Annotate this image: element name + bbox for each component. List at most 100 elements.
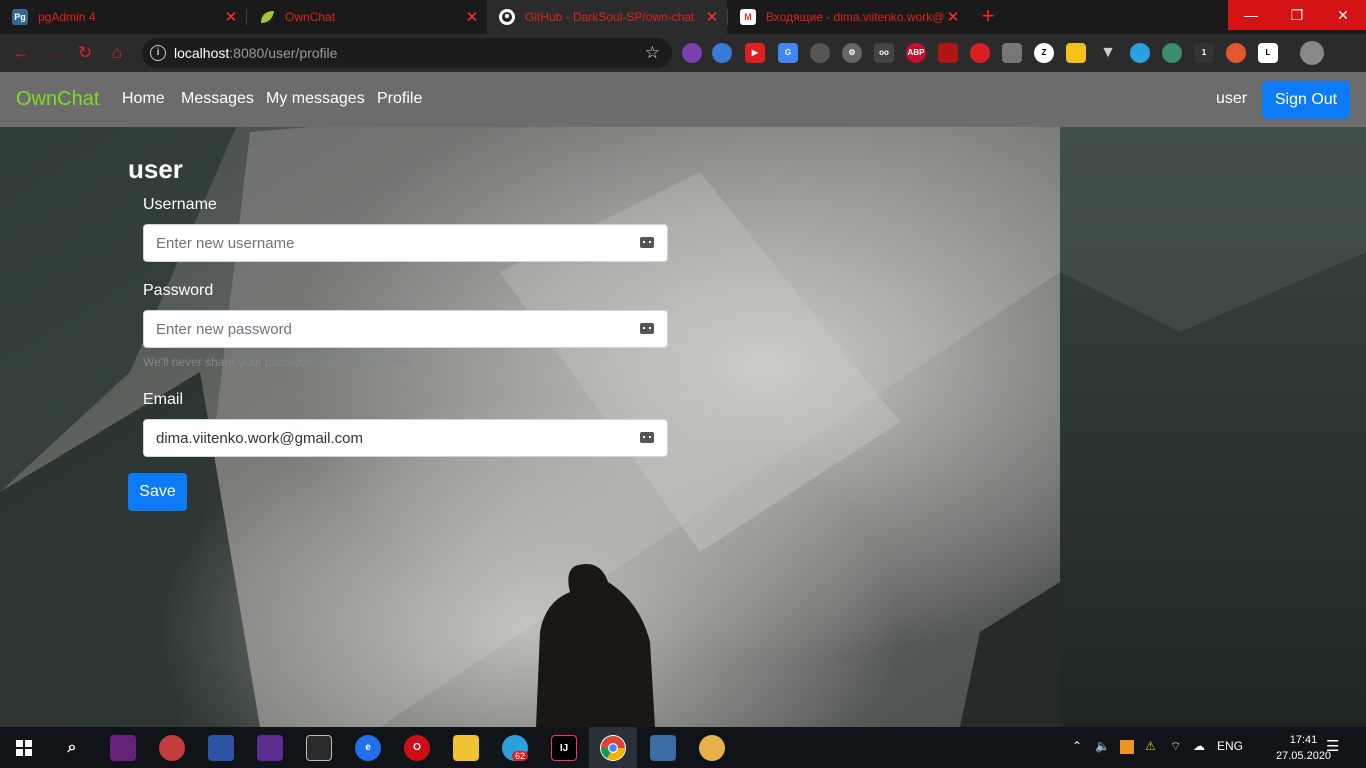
intellij-icon[interactable]: IJ (551, 735, 577, 761)
close-tab-icon[interactable]: ✕ (463, 8, 481, 26)
address-host: localhost (174, 45, 230, 61)
telegram-badge: 62 (512, 751, 529, 761)
cloud-icon[interactable]: ☁ (1193, 739, 1205, 753)
tab-title: pgAdmin 4 (38, 10, 96, 24)
clock-date: 27.05.2020 (1276, 750, 1332, 762)
extension-gear-icon[interactable]: ⚙ (842, 43, 862, 63)
site-info-icon[interactable]: i (150, 45, 166, 61)
extension-target-icon[interactable] (970, 43, 990, 63)
tab-ownchat[interactable]: OwnChat ✕ (247, 0, 487, 34)
floppy-icon[interactable] (208, 735, 234, 761)
web-page: OwnChat Home Messages My messages Profil… (0, 72, 1366, 727)
remote-desktop-icon[interactable] (650, 735, 676, 761)
password-manager-icon[interactable] (640, 323, 654, 334)
opera-icon[interactable]: O (404, 735, 430, 761)
tab-pgadmin[interactable]: Pg pgAdmin 4 ✕ (0, 0, 246, 34)
vs-blue-icon[interactable] (257, 735, 283, 761)
current-user-label: user (1216, 90, 1248, 107)
calculator-icon[interactable] (306, 735, 332, 761)
email-input[interactable] (144, 420, 624, 456)
windows-taskbar: ⌕ e O 62 IJ ⌃ 🔈 ⚠ ⌔ ☁ ENG 17:41 27.05.20… (0, 727, 1366, 768)
tab-title: OwnChat (285, 10, 336, 24)
notifications-icon[interactable]: ☰ (1326, 737, 1339, 755)
save-button[interactable]: Save (128, 473, 187, 511)
tray-warning-icon[interactable]: ⚠ (1145, 739, 1156, 753)
address-url[interactable]: localhost:8080/user/profile (174, 45, 337, 61)
browser-toolbar: ← → ↻ ⌂ i localhost:8080/user/profile ☆ … (0, 34, 1366, 72)
windows-start-icon[interactable] (11, 735, 37, 761)
chrome-icon[interactable] (600, 735, 626, 761)
home-icon[interactable]: ⌂ (106, 42, 128, 64)
extension-sync-icon[interactable] (1130, 43, 1150, 63)
username-field-wrapper (143, 224, 668, 262)
new-tab-button[interactable]: + (976, 4, 1000, 28)
app-icon[interactable] (159, 735, 185, 761)
background-image (0, 72, 1366, 727)
extension-map-icon[interactable] (1162, 43, 1182, 63)
bookmark-star-icon[interactable]: ☆ (645, 43, 660, 63)
close-tab-icon[interactable]: ✕ (703, 8, 721, 26)
volume-icon[interactable]: 🔈 (1095, 739, 1110, 753)
clock[interactable]: 17:41 27.05.2020 (1276, 732, 1331, 764)
extension-v-icon[interactable]: ▼ (1098, 43, 1118, 63)
username-input[interactable] (144, 225, 624, 261)
page-title: user (128, 154, 183, 184)
password-input[interactable] (144, 311, 624, 347)
language-indicator[interactable]: ENG (1217, 739, 1243, 753)
search-icon[interactable]: ⌕ (59, 735, 85, 761)
password-field-wrapper (143, 310, 668, 348)
close-tab-icon[interactable]: ✕ (944, 8, 962, 26)
tab-gmail[interactable]: M Входящие - dima.viitenko.work@ ✕ (728, 0, 968, 34)
nav-home[interactable]: Home (122, 90, 165, 108)
site-navbar: OwnChat Home Messages My messages Profil… (0, 72, 1366, 127)
username-label: Username (143, 196, 217, 213)
tab-github[interactable]: GitHub - DarkSoul-SP/own-chat ✕ (487, 0, 727, 34)
extension-glasses-icon[interactable]: oo (874, 43, 894, 63)
address-bar[interactable]: i localhost:8080/user/profile ☆ (142, 38, 672, 68)
password-label: Password (143, 282, 214, 299)
paint-icon[interactable] (699, 735, 725, 761)
nav-profile[interactable]: Profile (377, 90, 422, 108)
extension-feather-icon[interactable] (682, 43, 702, 63)
password-manager-icon[interactable] (640, 237, 654, 248)
extension-adblock-icon[interactable]: ABP (906, 43, 926, 63)
close-window-button[interactable]: ✕ (1320, 0, 1366, 30)
extension-shield-icon[interactable] (938, 43, 958, 63)
wifi-icon[interactable]: ⌔ (1170, 739, 1181, 754)
extension-duck-icon[interactable] (1226, 43, 1246, 63)
password-help-text: We'll never share your password with any… (143, 355, 413, 369)
close-tab-icon[interactable]: ✕ (222, 8, 240, 26)
restore-button[interactable]: ❐ (1274, 0, 1320, 30)
email-label: Email (143, 391, 184, 408)
extension-lock-icon[interactable] (1002, 43, 1022, 63)
github-icon (499, 9, 515, 25)
leaf-icon (259, 9, 275, 25)
edge-icon[interactable]: e (355, 735, 381, 761)
pgadmin-icon: Pg (12, 9, 28, 25)
gmail-icon: M (740, 9, 756, 25)
extension-translate-icon[interactable]: G (778, 43, 798, 63)
extension-video-icon[interactable]: ▶ (745, 43, 765, 63)
extension-badge-icon[interactable]: 1 (1194, 43, 1214, 63)
file-explorer-icon[interactable] (453, 735, 479, 761)
profile-avatar-icon[interactable] (1300, 41, 1324, 65)
visual-studio-icon[interactable] (110, 735, 136, 761)
nav-messages[interactable]: Messages (181, 90, 254, 108)
extension-z-icon[interactable]: Z (1034, 43, 1054, 63)
password-manager-icon[interactable] (640, 432, 654, 443)
email-field-wrapper (143, 419, 668, 457)
forward-icon[interactable]: → (42, 42, 64, 64)
tab-title: GitHub - DarkSoul-SP/own-chat (525, 10, 695, 24)
extension-globe-icon[interactable] (810, 43, 830, 63)
back-icon[interactable]: ← (10, 42, 32, 64)
extension-l-icon[interactable]: L (1258, 43, 1278, 63)
minimize-button[interactable]: — (1228, 0, 1274, 30)
nav-my-messages[interactable]: My messages (266, 90, 365, 108)
tray-app-icon[interactable] (1120, 740, 1134, 754)
brand-logo[interactable]: OwnChat (16, 88, 99, 111)
extension-search-icon[interactable] (712, 43, 732, 63)
tray-expand-icon[interactable]: ⌃ (1072, 739, 1082, 753)
reload-icon[interactable]: ↻ (74, 42, 96, 64)
extension-note-icon[interactable] (1066, 43, 1086, 63)
sign-out-button[interactable]: Sign Out (1262, 81, 1350, 119)
